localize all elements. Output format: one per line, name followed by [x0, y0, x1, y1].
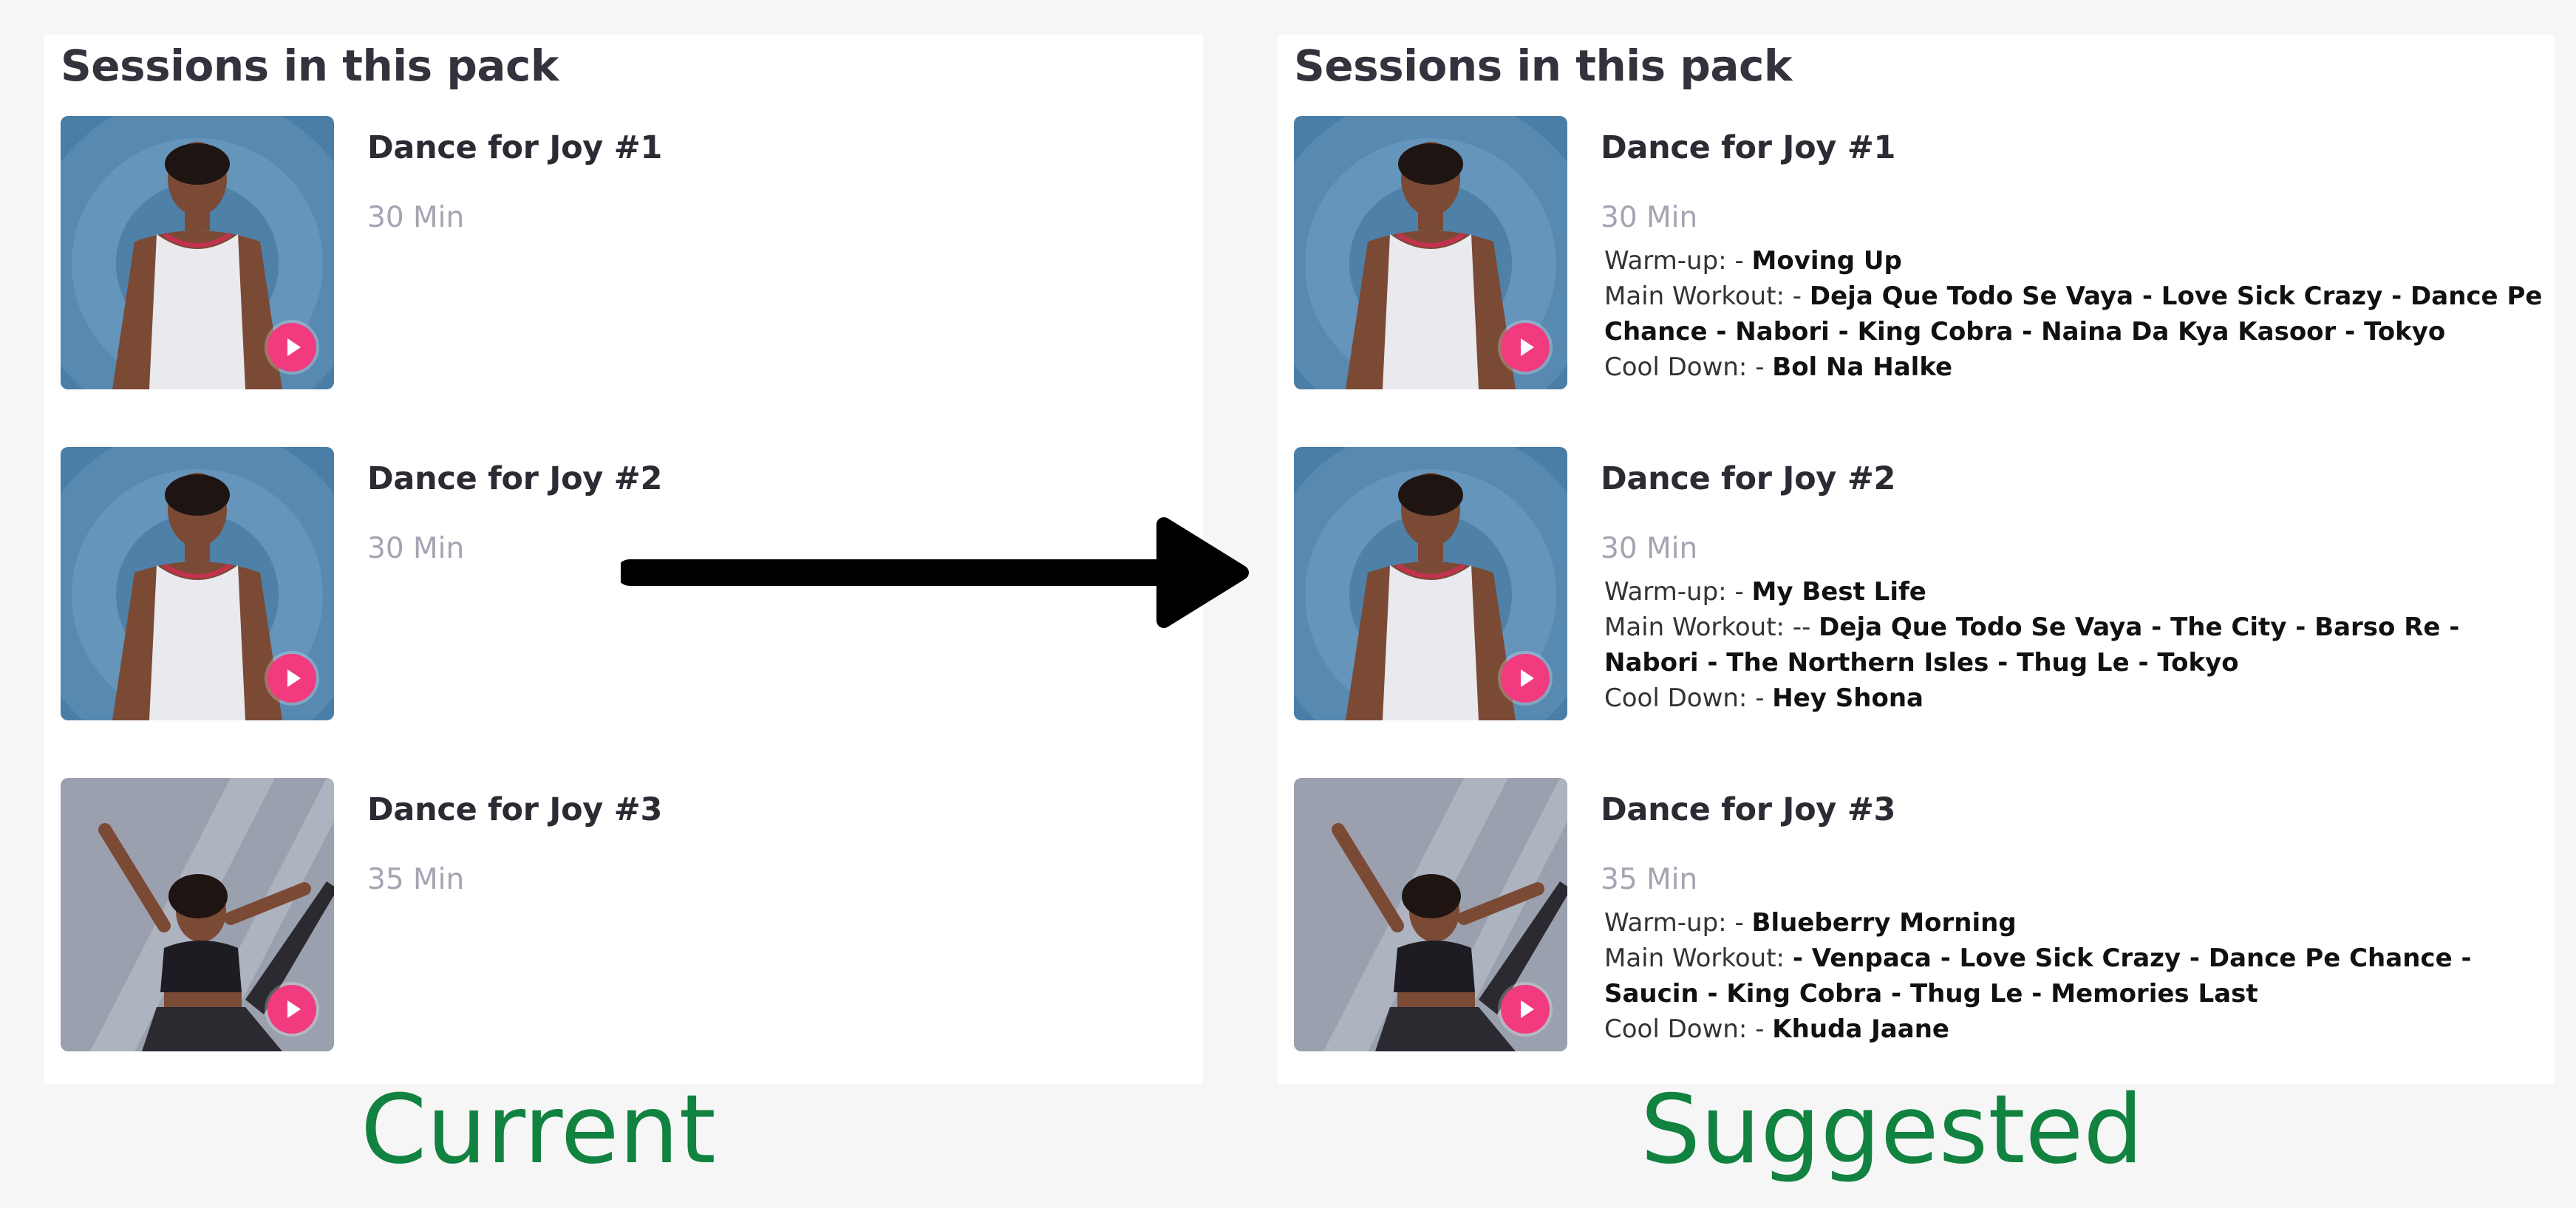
- current-caption: Current: [361, 1075, 716, 1185]
- warmup-label: Warm-up: -: [1604, 908, 1752, 938]
- cooldown-label: Cool Down: -: [1604, 352, 1773, 382]
- main-workout-line: Main Workout: - Deja Que Todo Se Vaya - …: [1604, 279, 2543, 349]
- page-title: Sessions in this pack: [1294, 41, 1792, 91]
- session-duration: 30 Min: [1601, 201, 1698, 234]
- session-title[interactable]: Dance for Joy #2: [367, 460, 662, 497]
- play-icon[interactable]: [1501, 654, 1550, 703]
- cooldown-line: Cool Down: - Hey Shona: [1604, 680, 2543, 716]
- session-playlist: Warm-up: - Blueberry Morning Main Workou…: [1604, 905, 2543, 1047]
- warmup-songs: My Best Life: [1751, 577, 1926, 607]
- warmup-label: Warm-up: -: [1604, 577, 1752, 607]
- session-title[interactable]: Dance for Joy #2: [1601, 460, 1895, 497]
- session-duration: 35 Min: [1601, 863, 1698, 896]
- warmup-songs: Moving Up: [1751, 246, 1902, 276]
- warmup-line: Warm-up: - My Best Life: [1604, 574, 2543, 610]
- session-duration: 35 Min: [367, 863, 465, 896]
- play-icon[interactable]: [268, 985, 316, 1034]
- session-thumbnail[interactable]: [1294, 447, 1567, 720]
- play-icon[interactable]: [268, 654, 316, 703]
- session-thumbnail[interactable]: [1294, 116, 1567, 389]
- suggested-caption: Suggested: [1640, 1075, 2144, 1185]
- session-title[interactable]: Dance for Joy #3: [367, 791, 662, 828]
- cooldown-songs: Khuda Jaane: [1772, 1014, 1949, 1044]
- warmup-label: Warm-up: -: [1604, 246, 1752, 276]
- page-title: Sessions in this pack: [61, 41, 559, 91]
- warmup-line: Warm-up: - Blueberry Morning: [1604, 905, 2543, 941]
- session-title[interactable]: Dance for Joy #1: [367, 129, 662, 166]
- main-workout-line: Main Workout: -- Deja Que Todo Se Vaya -…: [1604, 610, 2543, 680]
- session-duration: 30 Min: [367, 201, 465, 234]
- warmup-songs: Blueberry Morning: [1751, 908, 2017, 938]
- session-playlist: Warm-up: - My Best Life Main Workout: --…: [1604, 574, 2543, 716]
- session-duration: 30 Min: [1601, 532, 1698, 565]
- session-thumbnail[interactable]: [1294, 778, 1567, 1051]
- main-workout-label: Main Workout: -: [1604, 281, 1810, 311]
- main-workout-label: Main Workout:: [1604, 943, 1793, 973]
- session-thumbnail[interactable]: [61, 778, 334, 1051]
- main-workout-line: Main Workout: - Venpaca - Love Sick Craz…: [1604, 941, 2543, 1011]
- session-playlist: Warm-up: - Moving Up Main Workout: - Dej…: [1604, 243, 2543, 385]
- session-title[interactable]: Dance for Joy #3: [1601, 791, 1895, 828]
- session-thumbnail[interactable]: [61, 447, 334, 720]
- cooldown-label: Cool Down: -: [1604, 683, 1773, 713]
- session-duration: 30 Min: [367, 532, 465, 565]
- cooldown-line: Cool Down: - Bol Na Halke: [1604, 349, 2543, 385]
- session-thumbnail[interactable]: [61, 116, 334, 389]
- cooldown-line: Cool Down: - Khuda Jaane: [1604, 1011, 2543, 1047]
- play-icon[interactable]: [1501, 985, 1550, 1034]
- warmup-line: Warm-up: - Moving Up: [1604, 243, 2543, 279]
- play-icon[interactable]: [1501, 323, 1550, 372]
- play-icon[interactable]: [268, 323, 316, 372]
- main-workout-label: Main Workout: --: [1604, 612, 1819, 642]
- cooldown-songs: Hey Shona: [1772, 683, 1924, 713]
- cooldown-songs: Bol Na Halke: [1772, 352, 1953, 382]
- right-arrow-icon: [621, 517, 1249, 628]
- session-title[interactable]: Dance for Joy #1: [1601, 129, 1895, 166]
- cooldown-label: Cool Down: -: [1604, 1014, 1773, 1044]
- suggested-panel: Sessions in this pack Dance for Joy #1 3…: [1278, 35, 2555, 1084]
